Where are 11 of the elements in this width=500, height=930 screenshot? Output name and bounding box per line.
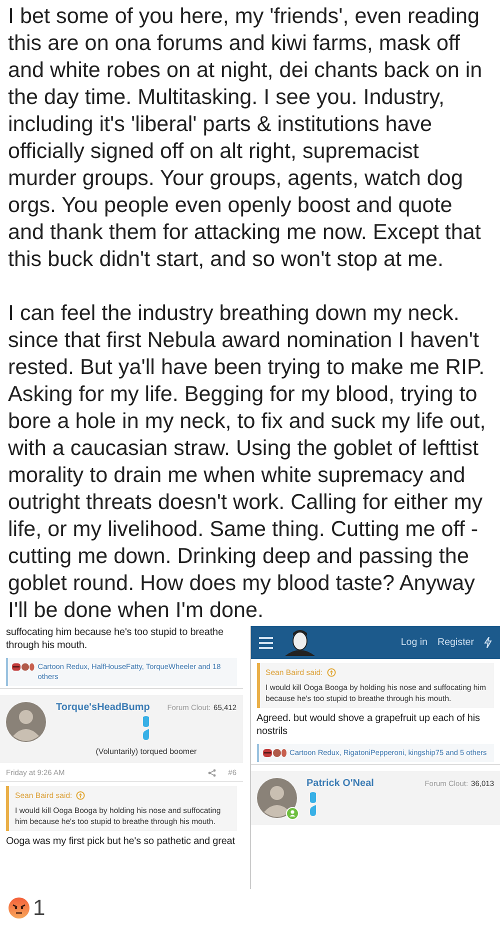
user-title: (Voluntarily) torqued boomer bbox=[94, 747, 198, 756]
reaction-count: 1 bbox=[33, 895, 46, 921]
post-text: Ooga was my first pick but he's so pathetic and great bbox=[5, 835, 236, 849]
login-link[interactable]: Log in bbox=[400, 637, 428, 648]
post-text: Agreed. but would shove a grapefruit up each of his nostrils bbox=[256, 712, 481, 739]
post-paragraph: I bet some of you here, my 'friends', even reading this are on ona forums and kiwi farms, mask off and white robes on at night, dei chants back on in the day time. Multitasking. I see you. Industry, including it's 'liberal' parts & institutions have officially signed off on alt right, supremacist murder groups. Your groups, agents, watch dog orgs. You people even openly boost and quote and thank them for attacking me now. Except that this buck didn't start, and so won't stop at me. bbox=[8, 2, 484, 272]
post-text: suffocating him because he's too stupid to breathe through his mouth. bbox=[5, 626, 224, 653]
post-paragraph: I can feel the industry breathing down my neck. since that first Nebula award nomination I haven't rested. But ya'll have been trying to make me RIP. Asking for my life. Begging for my blood, trying to bore a hole in my neck, to fix and suck my life out, with a caucasian straw. Using the goblet of lefttist morality to drain me when white supremacy and outright threats doesn't work. Calling for either my life, or my livelihood. Same thing. Cutting me off - cutting me down. Drinking deep and passing the goblet round. How does my blood taste? Anyway I'll be done when I'm done. bbox=[8, 299, 487, 623]
register-link[interactable]: Register bbox=[438, 637, 474, 648]
username[interactable]: Patrick O'Neal bbox=[306, 778, 422, 789]
username[interactable]: Torque'sHeadBump bbox=[56, 702, 164, 713]
